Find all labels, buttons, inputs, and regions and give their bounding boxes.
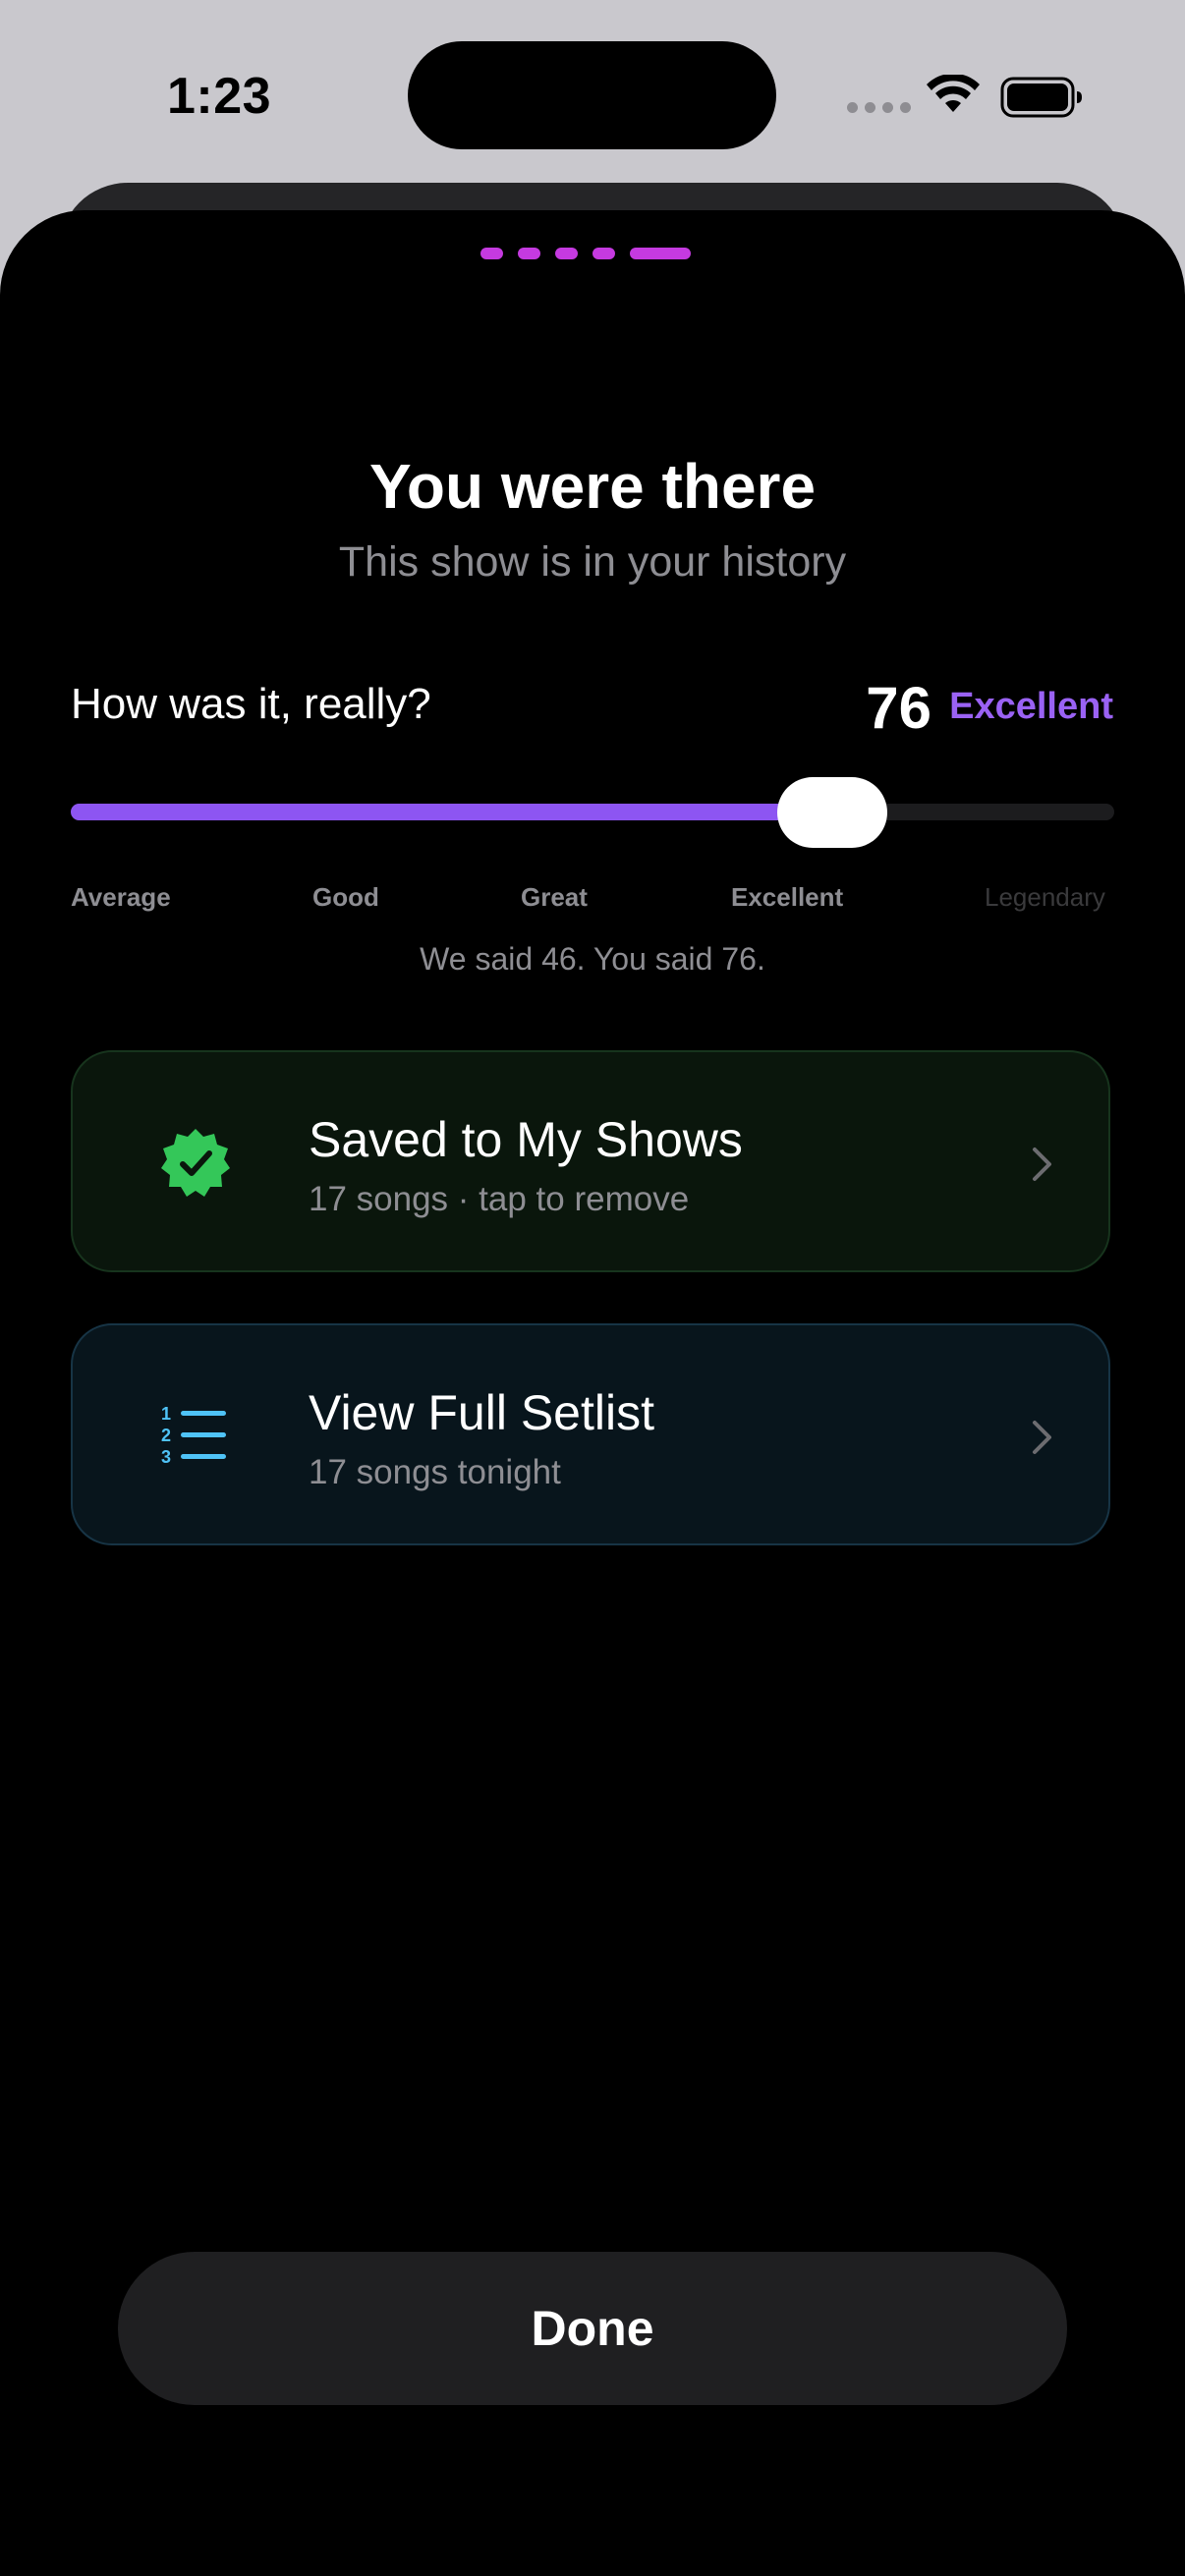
page-dot bbox=[518, 248, 540, 259]
page-subtitle: This show is in your history bbox=[338, 538, 847, 586]
tick-label-good: Good bbox=[312, 882, 379, 912]
rating-slider[interactable] bbox=[71, 777, 1114, 848]
tick-label-excellent: Excellent bbox=[731, 882, 844, 912]
chevron-right-icon bbox=[1033, 1148, 1051, 1181]
page-indicator bbox=[480, 248, 691, 259]
tick-label-legendary: Legendary bbox=[985, 882, 1105, 912]
saved-card-title: Saved to My Shows bbox=[309, 1112, 743, 1167]
done-button[interactable]: Done bbox=[118, 2252, 1067, 2405]
page-dot-active bbox=[630, 248, 691, 259]
svg-text:1: 1 bbox=[161, 1404, 171, 1424]
status-time: 1:23 bbox=[167, 68, 272, 125]
dynamic-island bbox=[408, 41, 776, 149]
rating-score: 76 bbox=[866, 675, 931, 741]
page-dot bbox=[480, 248, 503, 259]
page-dot bbox=[592, 248, 615, 259]
battery-icon bbox=[1000, 77, 1082, 118]
modal-sheet: You were there This show is in your hist… bbox=[0, 210, 1185, 2576]
saved-to-my-shows-card[interactable]: Saved to My Shows 17 songs · tap to remo… bbox=[71, 1050, 1110, 1272]
verified-check-icon bbox=[161, 1129, 230, 1197]
setlist-card-title: View Full Setlist bbox=[309, 1385, 654, 1440]
svg-text:3: 3 bbox=[161, 1447, 171, 1467]
rating-question: How was it, really? bbox=[71, 680, 431, 728]
tick-label-great: Great bbox=[521, 882, 588, 912]
score-comparison: We said 46. You said 76. bbox=[420, 941, 765, 977]
rating-slider-fill bbox=[71, 804, 832, 820]
rating-slider-thumb[interactable] bbox=[777, 777, 887, 848]
chevron-right-icon bbox=[1033, 1421, 1051, 1454]
numbered-list-icon: 1 2 3 bbox=[161, 1404, 226, 1467]
rating-score-label: Excellent bbox=[949, 686, 1113, 727]
view-full-setlist-card[interactable]: 1 2 3 View Full Setlist 17 songs tonight bbox=[71, 1323, 1110, 1545]
page-dot bbox=[555, 248, 578, 259]
svg-text:2: 2 bbox=[161, 1426, 171, 1445]
page-title: You were there bbox=[368, 451, 817, 522]
cellular-signal-icon bbox=[847, 102, 911, 113]
saved-card-subtitle: 17 songs · tap to remove bbox=[309, 1180, 690, 1218]
setlist-card-subtitle: 17 songs tonight bbox=[309, 1453, 561, 1491]
wifi-icon bbox=[927, 75, 980, 112]
tick-label-average: Average bbox=[71, 882, 171, 912]
